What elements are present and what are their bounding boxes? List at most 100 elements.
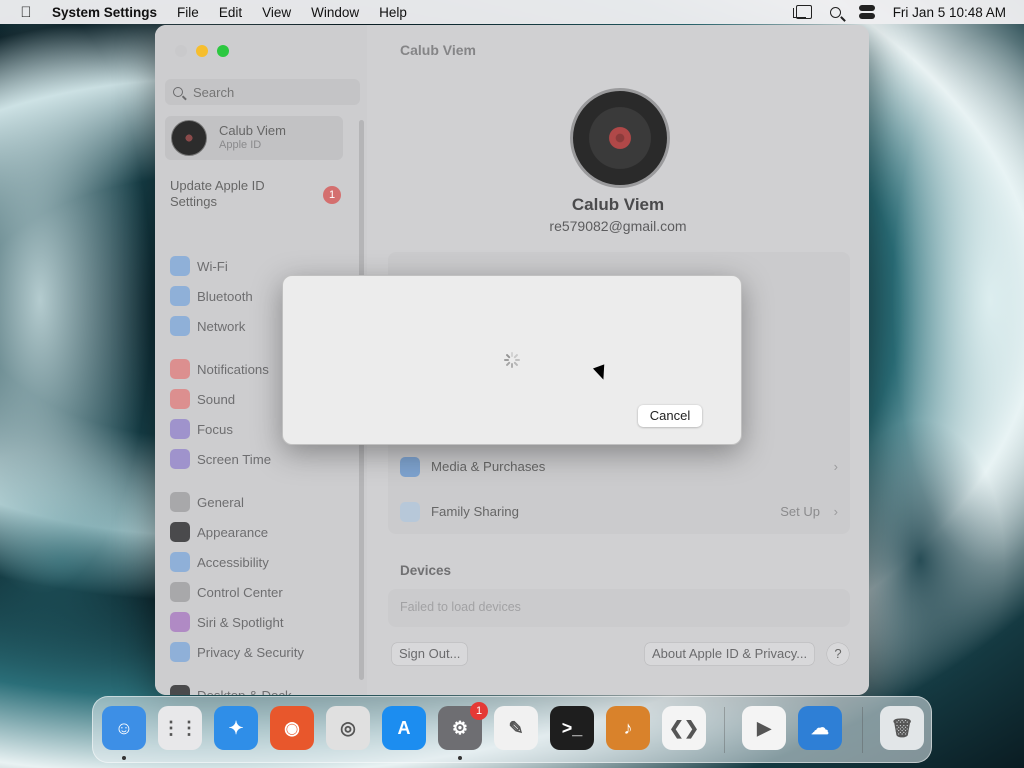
sidebar-item-label: Wi-Fi — [197, 258, 228, 274]
hand-icon — [170, 642, 190, 662]
sidebar-item-label: Screen Time — [197, 451, 272, 467]
sidebar-item-label: Bluetooth — [197, 288, 253, 304]
dock-icon — [170, 685, 190, 695]
dock-vs-code-icon[interactable]: ❮❯ — [662, 706, 706, 750]
settings-group: Media & Purchases › Family Sharing Set U… — [388, 444, 850, 534]
sidebar-item-bluetooth[interactable]: Bluetooth — [170, 285, 253, 307]
sidebar-item-label: Accessibility — [197, 554, 269, 570]
sidebar-item-desktop-dock[interactable]: Desktop & Dock — [170, 684, 292, 695]
menu-bar:  System Settings File Edit View Window … — [0, 0, 1024, 24]
sidebar-item-screen-time[interactable]: Screen Time — [170, 448, 271, 470]
speaker-icon — [170, 389, 190, 409]
bell-icon — [170, 359, 190, 379]
dock-system-settings-icon[interactable]: ⚙ 1 — [438, 702, 488, 750]
sidebar-search[interactable] — [165, 79, 360, 105]
stage-manager-icon[interactable] — [792, 5, 812, 19]
zoom-button[interactable] — [217, 45, 229, 57]
row-value: Set Up — [780, 504, 820, 519]
globe-icon — [170, 316, 190, 336]
row-label: Media & Purchases — [431, 459, 546, 474]
cancel-button[interactable]: Cancel — [638, 405, 702, 427]
sidebar-item-control-center[interactable]: Control Center — [170, 581, 283, 603]
menu-view[interactable]: View — [262, 5, 291, 20]
sidebar-item-siri-spotlight[interactable]: Siri & Spotlight — [170, 611, 284, 633]
dock-terminal-icon[interactable]: >_ — [550, 706, 594, 750]
gear-icon — [170, 492, 190, 512]
dock-glyph: 🗑 — [890, 717, 914, 738]
dock-glyph: ❮❯ — [668, 717, 700, 738]
row-media-purchases[interactable]: Media & Purchases › — [388, 444, 850, 489]
dock-instruments-icon[interactable]: ♪ — [606, 706, 650, 750]
loading-sheet: Cancel — [282, 275, 742, 445]
dock-glyph: >_ — [561, 717, 583, 738]
dock-app-store-icon[interactable]: A — [382, 706, 426, 750]
sidebar-item-privacy-security[interactable]: Privacy & Security — [170, 641, 304, 663]
sidebar-item-accessibility[interactable]: Accessibility — [170, 551, 269, 573]
dock-chrome-icon[interactable]: ◎ — [326, 706, 370, 750]
menu-file[interactable]: File — [177, 5, 199, 20]
moon-icon — [170, 419, 190, 439]
dock-glyph: ☁ — [811, 717, 829, 738]
control-center-icon[interactable] — [858, 5, 875, 19]
sidebar-item-appearance[interactable]: Appearance — [170, 521, 268, 543]
dock-visual-studio-icon[interactable]: ▶ — [742, 706, 786, 750]
search-input[interactable] — [193, 84, 343, 100]
dock-firefox-icon[interactable]: ◉ — [270, 706, 314, 750]
accessibility-icon — [170, 552, 190, 572]
dock-running-indicator — [458, 756, 462, 760]
profile-avatar[interactable] — [570, 88, 670, 188]
row-label: Family Sharing — [431, 504, 519, 519]
hourglass-icon — [170, 449, 190, 469]
sidebar-item-sound[interactable]: Sound — [170, 388, 235, 410]
menu-help[interactable]: Help — [379, 5, 407, 20]
dock-separator — [862, 707, 863, 753]
menu-edit[interactable]: Edit — [219, 5, 242, 20]
menu-app-name[interactable]: System Settings — [52, 5, 157, 20]
page-title: Calub Viem — [400, 42, 476, 58]
update-badge: 1 — [323, 186, 341, 204]
dock-glyph: ▶ — [757, 717, 771, 738]
family-icon — [400, 501, 420, 522]
sidebar-item-apple-id[interactable]: Calub Viem Apple ID — [165, 116, 343, 160]
dock-trash-icon[interactable]: 🗑 — [880, 706, 924, 750]
close-button[interactable] — [175, 45, 187, 57]
sidebar-item-label: General — [197, 494, 244, 510]
about-apple-id-button[interactable]: About Apple ID & Privacy... — [645, 643, 815, 665]
dock: ☺ ⋮⋮ ✦ ◉ ◎ A ⚙ 1 ✎ >_ ♪ ❮❯ ▶ ☁ 🗑 — [92, 696, 932, 763]
minimize-button[interactable] — [196, 45, 208, 57]
user-name: Calub Viem — [219, 123, 286, 138]
dock-glyph: ◎ — [340, 717, 356, 738]
apple-menu-icon[interactable]:  — [0, 4, 52, 21]
spotlight-search-icon[interactable] — [829, 6, 841, 18]
dock-glyph: A — [397, 717, 411, 738]
sidebar-item-network[interactable]: Network — [170, 315, 245, 337]
help-button[interactable]: ? — [827, 643, 849, 665]
dock-finder-icon[interactable]: ☺ — [102, 706, 146, 750]
dock-badge: 1 — [470, 702, 488, 720]
sidebar-item-label: Network — [197, 318, 246, 334]
dock-glyph: ✦ — [228, 717, 244, 738]
menu-window[interactable]: Window — [311, 5, 359, 20]
siri-icon — [170, 612, 190, 632]
menubar-clock[interactable]: Fri Jan 5 10:48 AM — [893, 5, 1006, 20]
dock-weather-icon[interactable]: ☁ — [798, 706, 842, 750]
sidebar-item-update-apple-id[interactable]: Update Apple ID Settings 1 — [170, 178, 345, 210]
profile-email: re579082@gmail.com — [549, 218, 687, 234]
sidebar-item-general[interactable]: General — [170, 491, 244, 513]
dock-glyph: ⋮⋮ — [162, 717, 198, 738]
sidebar-item-notifications[interactable]: Notifications — [170, 358, 269, 380]
chevron-right-icon: › — [833, 459, 838, 474]
dock-launchpad-icon[interactable]: ⋮⋮ — [158, 706, 202, 750]
dock-safari-icon[interactable]: ✦ — [214, 706, 258, 750]
sign-out-button[interactable]: Sign Out... — [392, 643, 468, 665]
sidebar-item-wi-fi[interactable]: Wi-Fi — [170, 255, 228, 277]
devices-header: Devices — [400, 563, 452, 578]
sidebar-item-label: Privacy & Security — [197, 644, 304, 660]
dock-textedit-icon[interactable]: ✎ — [494, 706, 538, 750]
bluetooth-icon — [170, 286, 190, 306]
row-family-sharing[interactable]: Family Sharing Set Up › — [388, 489, 850, 534]
app-store-icon — [400, 456, 420, 477]
sidebar-item-focus[interactable]: Focus — [170, 418, 233, 440]
dock-glyph: ✎ — [508, 717, 524, 738]
search-icon — [173, 87, 183, 97]
